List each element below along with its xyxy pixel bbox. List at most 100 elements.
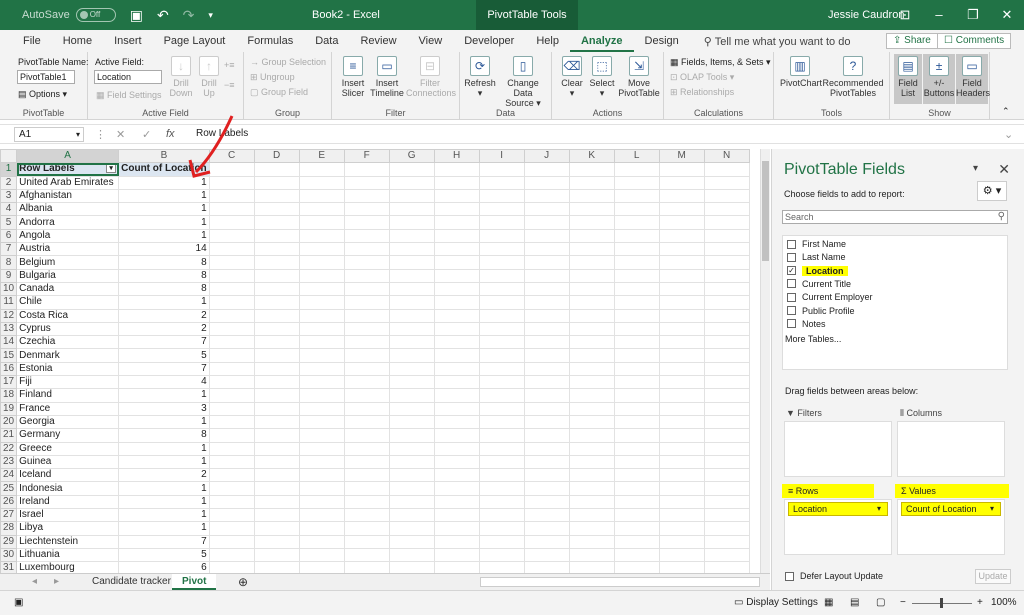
- cell[interactable]: [298, 215, 345, 230]
- cell[interactable]: [433, 228, 480, 244]
- row-header[interactable]: 17: [0, 375, 18, 390]
- cell[interactable]: [253, 468, 300, 483]
- cell[interactable]: [703, 188, 750, 204]
- row-header[interactable]: 16: [0, 361, 18, 377]
- cell[interactable]: [298, 547, 345, 563]
- ungroup-button[interactable]: ⊞ Ungroup: [250, 72, 295, 83]
- cell[interactable]: [388, 454, 435, 470]
- worksheet-grid[interactable]: A B C D E F G H I J K L M N 1 Row Labels…: [0, 149, 760, 573]
- cell[interactable]: [298, 508, 345, 523]
- cell[interactable]: [703, 281, 750, 297]
- cell[interactable]: [703, 255, 750, 270]
- cell[interactable]: [298, 454, 345, 470]
- cell[interactable]: [568, 202, 615, 217]
- cell[interactable]: [298, 202, 345, 217]
- cell[interactable]: [208, 242, 255, 257]
- ribbon-display-icon[interactable]: ⊡: [888, 0, 922, 30]
- cell[interactable]: [433, 468, 480, 483]
- cell[interactable]: [433, 215, 480, 230]
- pivot-row-label[interactable]: Guinea: [16, 454, 120, 470]
- cell[interactable]: [703, 547, 750, 563]
- cell[interactable]: [568, 175, 615, 190]
- cell[interactable]: [298, 428, 345, 443]
- column-header[interactable]: J: [523, 149, 570, 164]
- cell[interactable]: [388, 175, 435, 190]
- cell[interactable]: [343, 401, 390, 416]
- tell-me-search[interactable]: ⚲ Tell me what you want to do: [704, 35, 851, 48]
- cell[interactable]: [478, 494, 525, 510]
- cell[interactable]: [703, 508, 750, 523]
- cell[interactable]: [208, 348, 255, 363]
- pivot-count-value[interactable]: 8: [118, 281, 210, 297]
- pivot-row-label[interactable]: Albania: [16, 202, 120, 217]
- tab-help[interactable]: Help: [525, 30, 570, 52]
- tab-developer[interactable]: Developer: [453, 30, 525, 52]
- cell[interactable]: [658, 508, 705, 523]
- pivot-count-value[interactable]: 1: [118, 188, 210, 204]
- relationships-button[interactable]: ⊞ Relationships: [670, 87, 734, 98]
- row-header[interactable]: 8: [0, 255, 18, 270]
- cell[interactable]: [703, 321, 750, 337]
- cell[interactable]: [208, 547, 255, 563]
- cell[interactable]: [208, 508, 255, 523]
- cell[interactable]: [388, 468, 435, 483]
- column-header[interactable]: L: [613, 149, 660, 164]
- cell[interactable]: [343, 215, 390, 230]
- cell[interactable]: [658, 521, 705, 536]
- page-layout-view-icon[interactable]: ▤: [850, 597, 859, 608]
- cell[interactable]: [658, 481, 705, 496]
- pivot-count-value[interactable]: 7: [118, 534, 210, 549]
- change-data-source-button[interactable]: ▯ Change Data Source ▾: [498, 56, 548, 108]
- row-header[interactable]: 3: [0, 188, 18, 204]
- cell[interactable]: [343, 175, 390, 190]
- cell[interactable]: [253, 268, 300, 283]
- select-all-corner[interactable]: [0, 149, 18, 164]
- defer-layout-update[interactable]: Defer Layout Update: [785, 571, 883, 581]
- pivot-row-label[interactable]: Iceland: [16, 468, 120, 483]
- tab-design[interactable]: Design: [634, 30, 690, 52]
- pivot-row-label[interactable]: Angola: [16, 228, 120, 244]
- cell[interactable]: [703, 414, 750, 430]
- cell[interactable]: [343, 308, 390, 323]
- tab-formulas[interactable]: Formulas: [236, 30, 304, 52]
- cell[interactable]: [208, 175, 255, 190]
- cell[interactable]: [343, 242, 390, 257]
- cell[interactable]: [433, 441, 480, 456]
- pivot-count-value[interactable]: 1: [118, 388, 210, 403]
- pivot-count-value[interactable]: 5: [118, 547, 210, 563]
- row-header[interactable]: 25: [0, 481, 18, 496]
- row-header[interactable]: 2: [0, 175, 18, 190]
- cell[interactable]: [613, 348, 660, 363]
- cell[interactable]: [298, 321, 345, 337]
- pivot-row-label[interactable]: Ireland: [16, 494, 120, 510]
- cell[interactable]: [343, 388, 390, 403]
- cell[interactable]: [343, 534, 390, 549]
- horizontal-scrollbar[interactable]: [480, 577, 760, 587]
- save-icon[interactable]: ▣: [130, 7, 143, 24]
- cell[interactable]: [478, 242, 525, 257]
- cell[interactable]: [433, 321, 480, 337]
- cell[interactable]: [523, 428, 570, 443]
- cell[interactable]: [613, 335, 660, 350]
- pivot-row-label[interactable]: Greece: [16, 441, 120, 456]
- cell[interactable]: [568, 295, 615, 310]
- cell[interactable]: [568, 281, 615, 297]
- cell[interactable]: [658, 414, 705, 430]
- cell[interactable]: [433, 547, 480, 563]
- cell[interactable]: [433, 428, 480, 443]
- cell[interactable]: [433, 388, 480, 403]
- cell[interactable]: [658, 454, 705, 470]
- pivotchart-button[interactable]: ▥ PivotChart: [780, 56, 822, 88]
- cell[interactable]: [703, 202, 750, 217]
- cell[interactable]: [613, 441, 660, 456]
- cell[interactable]: [703, 521, 750, 536]
- field-item[interactable]: First Name: [787, 239, 846, 249]
- cell[interactable]: [658, 388, 705, 403]
- cell[interactable]: [253, 162, 300, 177]
- cell[interactable]: [568, 308, 615, 323]
- cell[interactable]: [433, 162, 480, 177]
- cell[interactable]: [658, 202, 705, 217]
- autosave[interactable]: AutoSave Off: [22, 8, 116, 22]
- cell[interactable]: [208, 335, 255, 350]
- row-header[interactable]: 30: [0, 547, 18, 563]
